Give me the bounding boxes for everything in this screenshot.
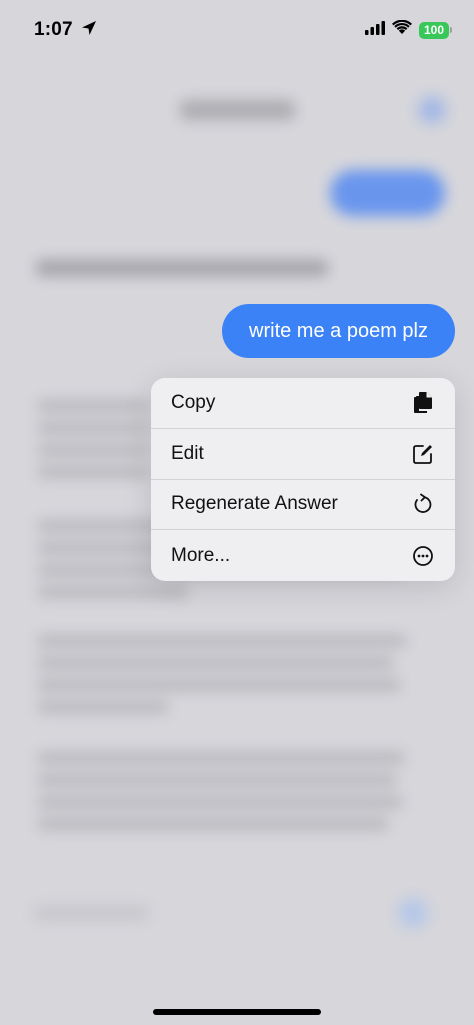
- message-context-menu: Copy Edit Regenerate Answer More...: [151, 378, 455, 581]
- menu-item-label: Regenerate Answer: [171, 493, 338, 515]
- blurred-text-line: [38, 818, 388, 830]
- blurred-text-line: [38, 796, 402, 808]
- menu-item-label: More...: [171, 544, 231, 566]
- blurred-text-line: [38, 422, 148, 434]
- battery-icon: 100: [419, 21, 452, 39]
- menu-item-label: Edit: [171, 442, 204, 464]
- more-icon: [411, 544, 435, 568]
- menu-item-regenerate-answer[interactable]: Regenerate Answer: [151, 480, 455, 531]
- status-time: 1:07: [34, 19, 73, 40]
- cellular-signal-icon: [365, 20, 385, 40]
- location-arrow-icon: [81, 20, 97, 41]
- wifi-icon: [392, 19, 412, 40]
- menu-item-edit[interactable]: Edit: [151, 429, 455, 480]
- blurred-text-line: [38, 586, 188, 598]
- blurred-text-line: [38, 701, 168, 713]
- blurred-input-placeholder: [34, 906, 149, 920]
- copy-icon: [411, 391, 435, 415]
- battery-level: 100: [419, 21, 449, 39]
- regenerate-icon: [411, 492, 435, 516]
- home-indicator[interactable]: [153, 1009, 321, 1015]
- menu-item-copy[interactable]: Copy: [151, 378, 455, 429]
- battery-cap: [450, 27, 452, 33]
- blurred-text-line: [38, 635, 406, 647]
- blurred-text-line: [38, 466, 148, 478]
- status-left: 1:07: [34, 19, 97, 41]
- status-bar: 1:07 100: [0, 0, 474, 60]
- menu-item-more[interactable]: More...: [151, 530, 455, 581]
- blurred-text-line: [38, 774, 396, 786]
- blurred-response-heading: [36, 260, 328, 276]
- menu-item-label: Copy: [171, 391, 216, 413]
- user-message-bubble[interactable]: write me a poem plz: [222, 304, 455, 358]
- blurred-text-line: [38, 400, 148, 412]
- blurred-text-line: [38, 657, 393, 669]
- edit-icon: [411, 442, 435, 466]
- blurred-text-line: [38, 752, 404, 764]
- status-right: 100: [365, 19, 452, 40]
- blurred-nav-button: [418, 96, 446, 124]
- blurred-text-line: [38, 444, 148, 456]
- blurred-text-line: [38, 679, 400, 691]
- blurred-send-button: [398, 898, 428, 928]
- blurred-nav-title: [180, 100, 295, 120]
- blurred-user-bubble: [330, 170, 445, 216]
